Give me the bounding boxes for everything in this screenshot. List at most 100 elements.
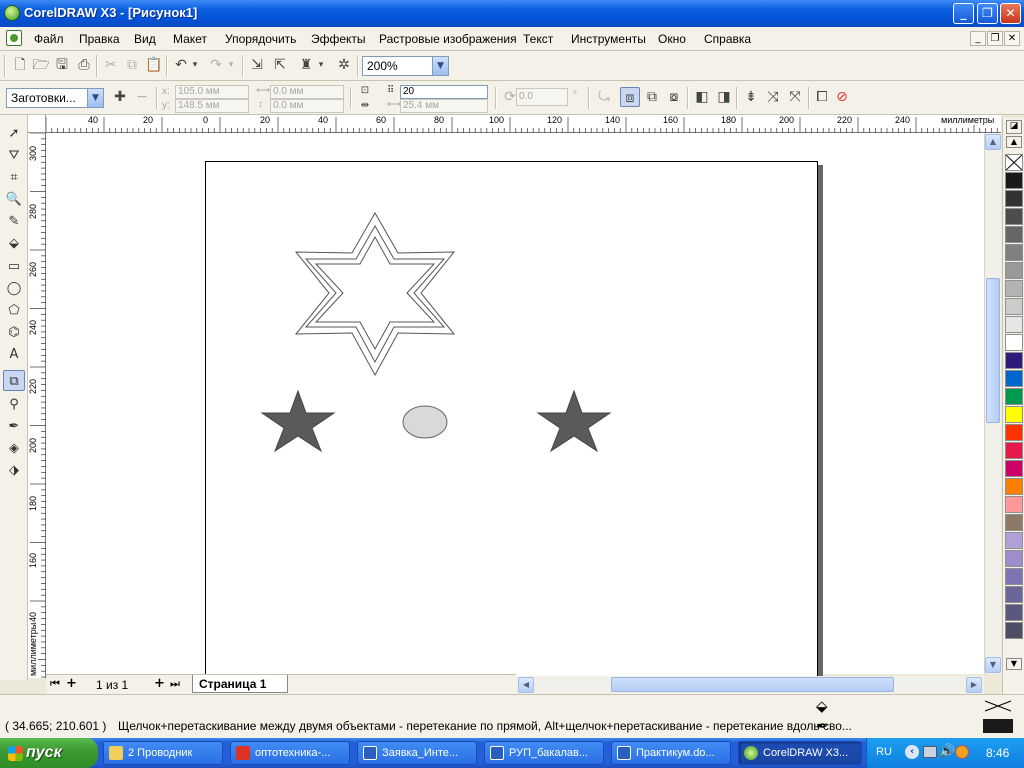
color-swatch[interactable] xyxy=(1005,172,1023,189)
toolbar-grip[interactable] xyxy=(4,55,6,77)
add-page-after-icon[interactable]: + xyxy=(154,676,165,691)
horizontal-scroll-thumb[interactable] xyxy=(611,677,894,692)
maximize-button[interactable]: ❐ xyxy=(977,3,998,24)
vertical-ruler[interactable]: 300 280 260 240 220 200 180 160 140 милл… xyxy=(28,133,46,678)
loop-blend-icon[interactable]: ⤿ xyxy=(594,87,614,107)
outline-pen-icon[interactable]: ✒ xyxy=(816,717,829,735)
color-swatch[interactable] xyxy=(1005,208,1023,225)
menu-arrange[interactable]: Упорядочить xyxy=(225,32,296,46)
smart-fill-tool-icon[interactable]: ⬙ xyxy=(3,233,25,254)
eyedropper-tool-icon[interactable]: ⚲ xyxy=(3,394,25,415)
menu-file[interactable]: Файл xyxy=(34,32,64,46)
color-swatch[interactable] xyxy=(1005,532,1023,549)
horizontal-scrollbar[interactable]: ◀ ▶ xyxy=(516,676,984,694)
interactive-fill-tool-icon[interactable]: ⬗ xyxy=(3,460,25,481)
scroll-up-button[interactable]: ▲ xyxy=(985,134,1001,150)
paste-icon[interactable]: 📋 xyxy=(144,55,164,75)
menu-text[interactable]: Текст xyxy=(523,32,553,46)
object-color-acceleration-icon[interactable]: ◧ xyxy=(692,87,712,107)
clear-blend-icon[interactable]: ⊘ xyxy=(832,87,852,107)
color-swatch[interactable] xyxy=(1005,496,1023,513)
interactive-blend-tool-icon[interactable]: ⧉ xyxy=(3,370,25,391)
print-icon[interactable]: ⎙ xyxy=(74,55,94,75)
color-swatch[interactable] xyxy=(1005,568,1023,585)
x-position-field[interactable]: 105.0 мм xyxy=(175,85,249,99)
shape-tool-icon[interactable]: ⛛ xyxy=(3,145,25,166)
fill-bucket-icon[interactable]: ⬙ xyxy=(816,697,828,715)
zoom-tool-icon[interactable]: 🔍 xyxy=(3,189,25,210)
horizontal-ruler[interactable]: 40 20 0 20 40 60 80 100 120 140 160 180 … xyxy=(46,115,1001,133)
copy-blend-properties-icon[interactable]: ⧠ xyxy=(812,87,832,107)
undo-dropdown-icon[interactable]: ▾ xyxy=(190,55,200,75)
height-field[interactable]: 0.0 мм xyxy=(270,99,344,113)
path-properties-icon[interactable]: ⤨ xyxy=(763,87,783,107)
taskbar-item-pdf[interactable]: оптотехника-... xyxy=(230,741,350,765)
freehand-tool-icon[interactable]: ✎ xyxy=(3,211,25,232)
volume-icon[interactable]: 🔊 xyxy=(939,744,955,759)
open-icon[interactable]: 🗁 xyxy=(31,55,51,75)
launcher-dropdown-icon[interactable]: ▾ xyxy=(316,55,326,75)
color-swatch[interactable] xyxy=(1005,352,1023,369)
color-swatch[interactable] xyxy=(1005,478,1023,495)
color-swatch[interactable] xyxy=(1005,226,1023,243)
rectangle-tool-icon[interactable]: ▭ xyxy=(3,256,25,277)
color-swatch[interactable] xyxy=(1005,424,1023,441)
welcome-screen-icon[interactable]: ✲ xyxy=(334,55,354,75)
star-shape-left[interactable] xyxy=(260,389,336,453)
width-field[interactable]: 0.0 мм xyxy=(270,85,344,99)
chevron-down-icon[interactable]: ▼ xyxy=(87,89,103,107)
basic-shapes-tool-icon[interactable]: ⌬ xyxy=(3,322,25,343)
color-swatch[interactable] xyxy=(1005,244,1023,261)
ellipse-shape[interactable] xyxy=(402,405,448,439)
document-icon[interactable] xyxy=(6,30,22,46)
ellipse-tool-icon[interactable]: ◯ xyxy=(3,278,25,299)
menu-help[interactable]: Справка xyxy=(704,32,751,46)
application-launcher-icon[interactable]: ♜ xyxy=(296,55,316,75)
color-swatch[interactable] xyxy=(1005,622,1023,639)
title-bar[interactable]: CorelDRAW X3 - [Рисунок1] _ ❐ ✕ xyxy=(0,0,1024,27)
menu-bitmaps[interactable]: Растровые изображения xyxy=(379,32,517,46)
more-blend-options-icon[interactable]: ⤧ xyxy=(785,87,805,107)
redo-dropdown-icon[interactable]: ▾ xyxy=(226,55,236,75)
minimize-button[interactable]: _ xyxy=(953,3,974,24)
color-swatch[interactable] xyxy=(1005,190,1023,207)
counterclockwise-blend-icon[interactable]: ⧇ xyxy=(664,87,684,107)
color-swatch[interactable] xyxy=(1005,460,1023,477)
blended-six-point-star[interactable] xyxy=(294,211,456,377)
taskbar-item-explorer[interactable]: 2 Проводник xyxy=(103,741,223,765)
blend-offset-field[interactable]: 25.4 мм xyxy=(400,99,488,113)
language-indicator[interactable]: RU xyxy=(876,746,892,758)
doc-close-button[interactable]: ✕ xyxy=(1004,31,1020,46)
color-swatch[interactable] xyxy=(1005,586,1023,603)
blend-steps-field[interactable]: 20 xyxy=(400,85,488,99)
start-end-properties-icon[interactable]: ⇟ xyxy=(741,87,761,107)
redo-icon[interactable]: ↷ xyxy=(206,55,226,75)
color-swatch[interactable] xyxy=(1005,388,1023,405)
no-color-swatch[interactable] xyxy=(1005,154,1023,171)
fill-indicator-none[interactable] xyxy=(983,699,1013,713)
first-page-icon[interactable]: ⏮ xyxy=(50,677,60,691)
palette-scroll-down-icon[interactable]: ▼ xyxy=(1006,658,1022,670)
menu-edit[interactable]: Правка xyxy=(79,32,120,46)
drawing-canvas[interactable] xyxy=(46,133,984,681)
network-icon[interactable] xyxy=(923,746,937,758)
copy-icon[interactable]: ⧉ xyxy=(122,55,142,75)
color-swatch[interactable] xyxy=(1005,280,1023,297)
import-icon[interactable]: ⇲ xyxy=(247,55,267,75)
menu-window[interactable]: Окно xyxy=(658,32,686,46)
coreldraw-app-icon[interactable] xyxy=(4,5,20,21)
color-swatch[interactable] xyxy=(1005,262,1023,279)
crop-tool-icon[interactable]: ⌗ xyxy=(3,167,25,188)
save-icon[interactable]: 🖫 xyxy=(52,55,72,75)
close-button[interactable]: ✕ xyxy=(1000,3,1021,24)
add-page-before-icon[interactable]: + xyxy=(66,676,77,691)
vertical-scrollbar[interactable]: ▲ ▼ xyxy=(984,133,1001,674)
scroll-left-button[interactable]: ◀ xyxy=(518,677,534,693)
ruler-origin[interactable] xyxy=(28,115,46,133)
fill-tool-icon[interactable]: ◈ xyxy=(3,438,25,459)
presets-combo[interactable]: Заготовки... ▼ xyxy=(6,88,104,108)
color-swatch[interactable] xyxy=(1005,406,1023,423)
color-swatch[interactable] xyxy=(1005,298,1023,315)
cut-icon[interactable]: ✂ xyxy=(101,55,121,75)
taskbar-item-coreldraw[interactable]: CorelDRAW X3... xyxy=(738,741,862,765)
